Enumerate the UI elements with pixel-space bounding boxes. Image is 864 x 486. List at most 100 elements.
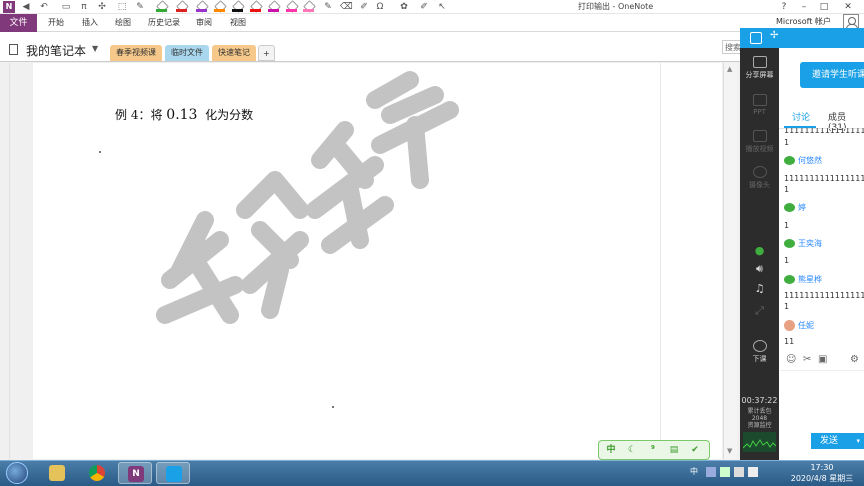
tray-ime[interactable]: 中 bbox=[690, 466, 698, 477]
add-section-button[interactable]: + bbox=[258, 45, 275, 61]
ime-lang-button[interactable]: 中 bbox=[604, 443, 618, 457]
close-button[interactable]: ✕ bbox=[840, 0, 856, 14]
pen-green-icon[interactable] bbox=[156, 2, 167, 12]
chat-message: 1111111111111111 bbox=[784, 291, 864, 300]
floating-ime-toolbar[interactable]: 中 ☾ ⁹ ▤ ✔ bbox=[598, 440, 710, 460]
eraser2-icon[interactable]: ⌫ bbox=[340, 1, 353, 13]
shapes-icon[interactable]: ✐ bbox=[358, 1, 370, 13]
lasso-icon[interactable]: ⬚ bbox=[116, 1, 128, 13]
scroll-down-icon[interactable]: ▼ bbox=[727, 447, 732, 455]
pen-orange-icon[interactable] bbox=[214, 2, 225, 12]
pen-red2-icon[interactable] bbox=[250, 2, 261, 12]
camera-button[interactable]: 摄像头 bbox=[740, 166, 779, 190]
pen-red-icon[interactable] bbox=[176, 2, 187, 12]
pointer-icon[interactable]: ↖ bbox=[436, 1, 448, 13]
account-label[interactable]: Microsoft 帐户 bbox=[776, 16, 831, 27]
pen-pink-icon[interactable]: ✎ bbox=[322, 1, 334, 13]
section-tab-quick-notes[interactable]: 快速笔记 bbox=[212, 45, 256, 61]
vertical-scrollbar[interactable]: ▲ ▼ bbox=[723, 63, 737, 459]
wrench-icon[interactable]: ✔ bbox=[688, 443, 702, 457]
pen-black-icon[interactable] bbox=[232, 2, 243, 12]
fullscreen-icon[interactable]: ⤢ bbox=[740, 304, 779, 318]
speaker-icon[interactable]: 🔊︎ bbox=[740, 262, 779, 276]
chat-toolbar: ☺ ✂ ▣ ⚙ bbox=[783, 354, 863, 368]
network-icon[interactable] bbox=[734, 467, 744, 477]
ppt-button[interactable]: PPT bbox=[740, 94, 779, 116]
section-tab-spring-video[interactable]: 春季视频课 bbox=[110, 45, 162, 61]
tab-review[interactable]: 审阅 bbox=[196, 14, 212, 32]
music-icon[interactable]: ♫ bbox=[740, 282, 779, 295]
taskbar-chrome[interactable] bbox=[80, 462, 114, 484]
pen-magenta-icon[interactable] bbox=[268, 2, 279, 12]
symbol-omega-icon[interactable]: Ω bbox=[374, 1, 386, 13]
tray-icon[interactable] bbox=[720, 467, 730, 477]
maximize-button[interactable]: □ bbox=[816, 0, 832, 14]
image-icon[interactable]: ▣ bbox=[818, 354, 827, 365]
eraser3-icon[interactable]: ✐ bbox=[418, 1, 430, 13]
ppt-icon bbox=[752, 94, 767, 106]
invite-students-button[interactable]: 邀请学生听课 bbox=[800, 62, 864, 88]
minimize-button[interactable]: – bbox=[796, 0, 812, 14]
example-problem[interactable]: 例 4：将 0.13 化为分数 bbox=[115, 106, 253, 123]
help-button[interactable]: ? bbox=[776, 0, 792, 14]
microphone-icon[interactable]: ● bbox=[740, 244, 779, 257]
tab-insert[interactable]: 插入 bbox=[82, 14, 98, 32]
emoji-icon[interactable]: ☺ bbox=[786, 354, 796, 365]
scroll-up-icon[interactable]: ▲ bbox=[727, 65, 732, 73]
section-tab-temp-files[interactable]: 临时文件 bbox=[165, 45, 209, 61]
notebook-icon[interactable] bbox=[9, 44, 18, 55]
notebook-name[interactable]: 我的笔记本 bbox=[26, 42, 86, 59]
classroom-topbar: ✢ bbox=[740, 28, 864, 48]
chat-sender: 何悠然 bbox=[784, 155, 822, 166]
power-icon bbox=[752, 340, 767, 352]
moon-icon[interactable]: ☾ bbox=[625, 443, 639, 457]
classroom-logo-icon bbox=[750, 32, 762, 44]
chat-message: 1 bbox=[784, 185, 790, 194]
tab-discuss[interactable]: 讨论 bbox=[792, 110, 810, 123]
share-screen-button[interactable]: 分享屏幕 bbox=[740, 56, 779, 80]
pin-icon[interactable]: ✢ bbox=[770, 30, 778, 41]
chat-input[interactable] bbox=[780, 370, 864, 430]
tab-file[interactable]: 文件 bbox=[0, 14, 37, 32]
left-scrollbar[interactable] bbox=[0, 63, 10, 459]
start-button[interactable] bbox=[6, 462, 28, 484]
undo-icon[interactable]: ↶ bbox=[38, 1, 50, 13]
pi-equation-icon[interactable]: π bbox=[78, 1, 90, 13]
taskbar-onenote[interactable]: N bbox=[118, 462, 152, 484]
volume-icon[interactable] bbox=[748, 467, 758, 477]
chevron-down-icon: ▾ bbox=[856, 437, 860, 445]
chevron-down-icon[interactable]: ▼ bbox=[92, 44, 98, 53]
tab-history[interactable]: 历史记录 bbox=[148, 14, 180, 32]
ink-to-math-icon[interactable]: ✣ bbox=[96, 1, 108, 13]
chat-message: 1 bbox=[784, 221, 790, 230]
system-clock[interactable]: 17:30 2020/4/8 星期三 bbox=[780, 462, 864, 484]
taskbar-classroom[interactable] bbox=[156, 462, 190, 484]
end-class-button[interactable]: 下课 bbox=[740, 340, 779, 364]
pen-purple-icon[interactable] bbox=[196, 2, 207, 12]
scissors-icon[interactable]: ✂ bbox=[803, 354, 811, 365]
back-icon[interactable]: ◀ bbox=[20, 1, 32, 13]
keyboard-icon[interactable]: ▤ bbox=[667, 443, 681, 457]
taskbar-explorer[interactable] bbox=[40, 462, 74, 484]
camera-icon bbox=[752, 166, 767, 178]
eraser-icon[interactable]: ✎ bbox=[134, 1, 146, 13]
color-wheel-icon[interactable]: ✿ bbox=[398, 1, 410, 13]
chat-message: 1 bbox=[784, 302, 790, 311]
highlighter-pink-icon[interactable] bbox=[286, 2, 297, 12]
punct-icon[interactable]: ⁹ bbox=[646, 443, 660, 457]
settings-gear-icon[interactable]: ⚙ bbox=[850, 354, 859, 365]
search-input[interactable]: 搜索 bbox=[722, 40, 742, 54]
tab-home[interactable]: 开始 bbox=[48, 14, 64, 32]
play-video-button[interactable]: 播放视频 bbox=[740, 130, 779, 154]
dock-icon[interactable]: ▭ bbox=[60, 1, 72, 13]
chat-list[interactable]: 1111111111111111 1 何悠然 1111111111111111 … bbox=[780, 128, 864, 348]
chat-bubble-icon bbox=[784, 239, 795, 248]
tab-draw[interactable]: 绘图 bbox=[115, 14, 131, 32]
network-stats: 累计丢包 2048 资源监控 bbox=[747, 408, 772, 429]
tray-icon[interactable] bbox=[706, 467, 716, 477]
tab-view[interactable]: 视图 bbox=[230, 14, 246, 32]
send-button[interactable]: 发送 ▾ bbox=[811, 433, 864, 449]
highlighter-rose-icon[interactable] bbox=[303, 2, 314, 12]
folder-icon bbox=[49, 465, 65, 481]
stray-dot bbox=[99, 151, 101, 153]
